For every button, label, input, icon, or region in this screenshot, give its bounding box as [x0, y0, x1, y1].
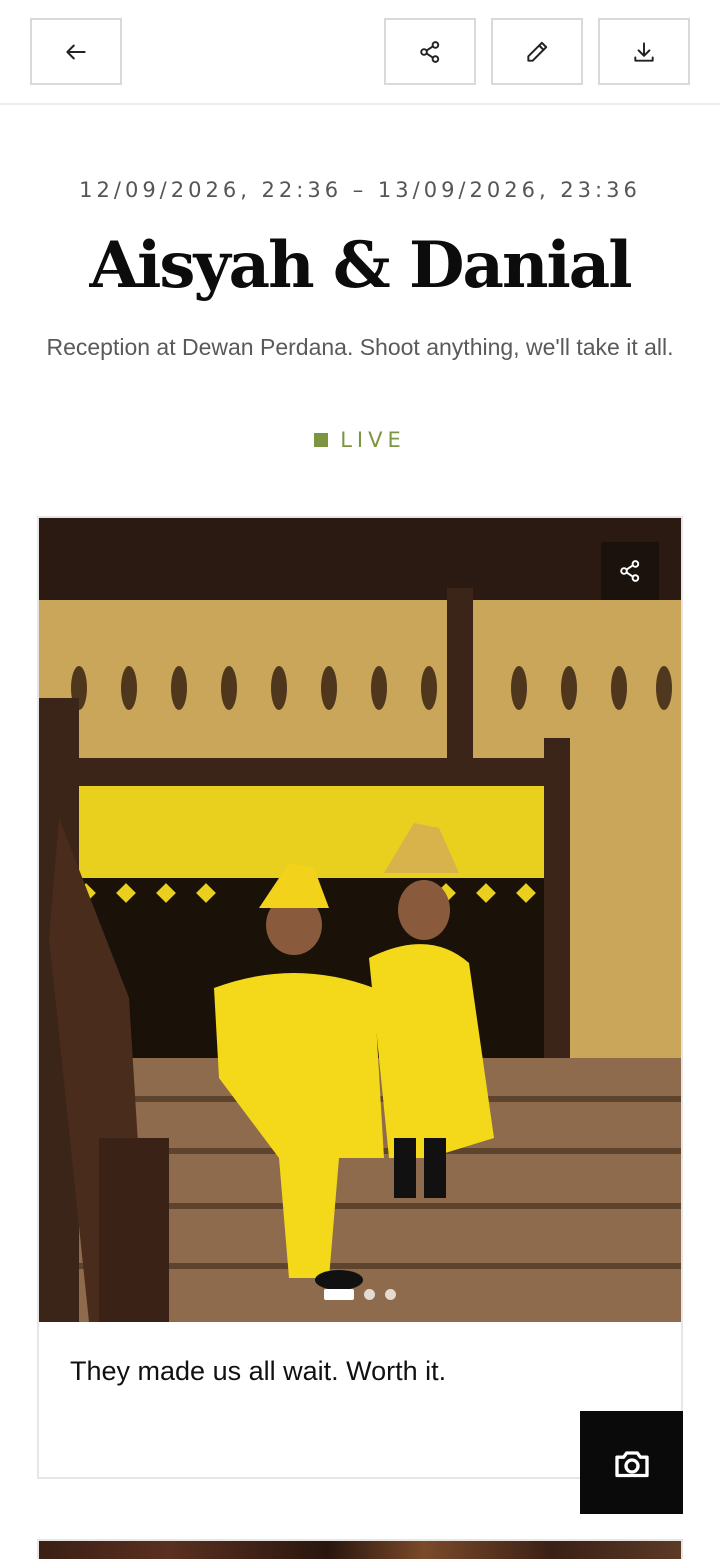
arrow-left-icon: [66, 44, 86, 59]
live-indicator-square: [314, 433, 329, 447]
photo-post-card: They made us all wait. Worth it.: [37, 516, 683, 1479]
next-photo-card[interactable]: [37, 1539, 683, 1559]
carousel-indicator: [39, 1289, 681, 1300]
back-button[interactable]: [30, 18, 122, 85]
photo-illustration: [39, 518, 681, 1322]
share-button[interactable]: [384, 18, 476, 85]
top-bar: [0, 0, 720, 105]
download-icon: [634, 41, 654, 62]
carousel-dot-2[interactable]: [364, 1289, 375, 1300]
share-icon: [620, 560, 640, 582]
photo-share-button[interactable]: [601, 542, 659, 600]
download-button[interactable]: [598, 18, 690, 85]
carousel-dot-1[interactable]: [324, 1289, 354, 1300]
event-title: Aisyah & Danial: [89, 228, 632, 303]
camera-icon: [614, 1450, 649, 1477]
edit-button[interactable]: [491, 18, 583, 85]
post-caption: They made us all wait. Worth it.: [70, 1356, 447, 1386]
share-icon: [420, 40, 440, 63]
event-description: Reception at Dewan Perdana. Shoot anythi…: [46, 334, 674, 360]
live-status-badge: LIVE: [0, 428, 720, 452]
wedding-couple-photo[interactable]: [39, 518, 681, 1322]
pencil-icon: [527, 41, 548, 62]
camera-button[interactable]: [580, 1411, 683, 1514]
carousel-dot-3[interactable]: [385, 1289, 396, 1300]
live-status-label: LIVE: [340, 428, 406, 452]
event-date-range: 12/09/2026, 22:36 – 13/09/2026, 23:36: [79, 178, 641, 202]
